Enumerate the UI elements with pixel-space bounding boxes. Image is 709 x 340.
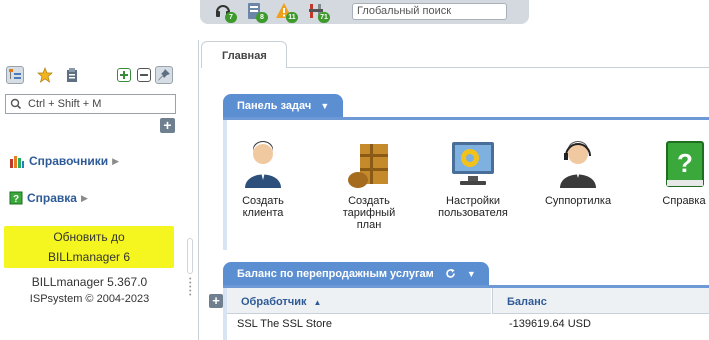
chevron-right-icon: ▶ [112, 155, 120, 166]
task-label: Создать тарифный план [342, 195, 396, 231]
upgrade-line-1: Обновить до [53, 230, 125, 244]
help-book-icon: ? [9, 191, 23, 205]
bar-chart-icon [9, 154, 25, 168]
support-agent-icon [560, 141, 596, 188]
task-panel-header[interactable]: Панель задач ▼ [223, 94, 343, 119]
search-placeholder: Ctrl + Shift + M [28, 98, 102, 110]
tools-icon[interactable]: 71 [307, 2, 330, 23]
task-user-settings[interactable]: Настройки пользователя [433, 140, 513, 219]
warning-icon[interactable]: 11 [275, 2, 298, 23]
pin-icon[interactable] [155, 66, 173, 84]
tab-strip-line [287, 67, 709, 68]
notification-badge: 71 [318, 12, 330, 23]
monitor-gear-icon [452, 142, 494, 185]
task-panel-rule [223, 117, 709, 120]
chevron-right-icon: ▶ [80, 192, 88, 203]
clipboard-icon[interactable] [63, 66, 81, 84]
chevron-down-icon[interactable]: ▼ [320, 101, 329, 111]
expand-all-icon[interactable] [117, 68, 131, 82]
crate-icon [348, 144, 388, 188]
refresh-icon[interactable] [445, 268, 456, 282]
sidebar-scrollbar[interactable]: • • • • • [185, 230, 197, 340]
task-label: Настройки пользователя [438, 195, 508, 219]
column-header-balance[interactable]: Баланс [492, 288, 709, 314]
tree-view-icon[interactable] [6, 66, 24, 84]
task-label: Суппортилка [544, 195, 612, 207]
balance-panel-header[interactable]: Баланс по перепродажным услугам ▼ [223, 262, 489, 287]
global-search-input[interactable]: Глобальный поиск [352, 3, 507, 20]
headset-icon[interactable]: 7 [214, 2, 237, 23]
user-icon [245, 141, 281, 188]
top-toolbar: 7 8 11 71 Глобальный поиск [200, 0, 529, 24]
sidebar: Ctrl + Shift + M + Справочники ▶ ? Справ… [0, 0, 185, 340]
sidebar-divider [198, 40, 199, 340]
sidebar-toolbar [6, 66, 176, 86]
column-header-handler[interactable]: Обработчик ▲ [227, 288, 491, 314]
star-icon[interactable] [36, 66, 54, 84]
task-supportilka[interactable]: Суппортилка [538, 140, 618, 207]
task-label: Справка [662, 195, 706, 207]
add-icon[interactable]: + [160, 118, 175, 133]
copyright-label: ISPsystem © 2004-2023 [29, 293, 150, 305]
help-book-icon: ? [666, 141, 704, 187]
collapse-all-icon[interactable] [137, 68, 151, 82]
document-icon[interactable]: 8 [245, 2, 268, 23]
scrollbar-grip: • • • • • [189, 276, 192, 299]
column-header-label: Обработчик [241, 296, 307, 308]
notification-badge: 8 [256, 12, 268, 23]
upgrade-line-2: BILLmanager 6 [47, 250, 131, 264]
version-label: BILLmanager 5.367.0 [31, 275, 148, 289]
notification-badge: 7 [225, 12, 237, 23]
cell-balance: -139619.64 USD [509, 318, 591, 330]
task-panel-title: Панель задач [237, 100, 312, 112]
sidebar-item-label: Справка [27, 191, 77, 205]
sidebar-item-help[interactable]: ? Справка ▶ [9, 191, 88, 205]
scrollbar-thumb[interactable] [187, 238, 193, 274]
upgrade-button[interactable]: Обновить до BILLmanager 6 [4, 226, 174, 268]
svg-text:?: ? [677, 148, 693, 178]
svg-text:?: ? [13, 194, 19, 205]
sidebar-item-label: Справочники [29, 154, 109, 168]
search-icon [10, 98, 22, 113]
task-label: Создать клиента [242, 195, 284, 219]
sidebar-search-input[interactable]: Ctrl + Shift + M [5, 94, 176, 114]
sort-asc-icon: ▲ [313, 298, 322, 307]
app-window: 7 8 11 71 Глобальный поиск Ctrl + Shift … [0, 0, 709, 340]
balance-panel-title: Баланс по перепродажным услугам [237, 268, 434, 280]
sidebar-item-directories[interactable]: Справочники ▶ [9, 154, 119, 168]
column-header-label: Баланс [507, 296, 547, 308]
task-create-tariff[interactable]: Создать тарифный план [329, 140, 409, 231]
task-create-client[interactable]: Создать клиента [223, 140, 303, 219]
tab-home[interactable]: Главная [201, 41, 287, 68]
add-row-icon[interactable]: + [209, 294, 223, 308]
task-help[interactable]: ? Справка [644, 140, 709, 207]
chevron-down-icon[interactable]: ▼ [467, 269, 476, 279]
cell-handler: SSL The SSL Store [237, 318, 332, 330]
notification-badge: 11 [286, 12, 298, 23]
